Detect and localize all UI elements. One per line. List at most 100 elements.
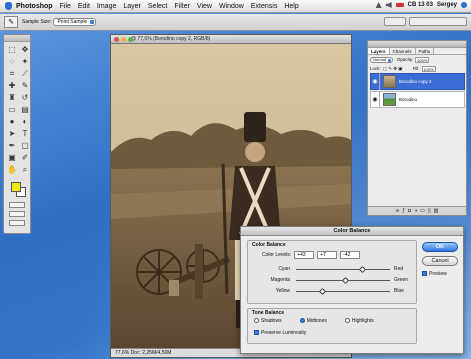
layer-row-active[interactable]: ◉ Borodino copy 2 <box>370 73 465 90</box>
menu-clock[interactable]: CB 13 03 <box>408 2 433 8</box>
brush-tool-icon[interactable]: ✎ <box>19 80 31 91</box>
palette-well-tab[interactable] <box>409 17 467 26</box>
history-brush-icon[interactable]: ↺ <box>19 92 31 103</box>
preserve-luminosity-checkbox[interactable]: Preserve Luminosity <box>254 330 306 336</box>
cancel-button[interactable]: Cancel <box>422 256 458 266</box>
lock-icons[interactable]: ▢ ✎ ✥ ▣ <box>383 66 403 72</box>
hand-tool-icon[interactable]: ✋ <box>6 164 18 175</box>
slider-knob[interactable] <box>359 265 367 274</box>
eye-icon[interactable]: ◉ <box>371 91 380 108</box>
menu-layer[interactable]: Layer <box>123 3 141 10</box>
menu-extra-icon[interactable] <box>375 2 382 8</box>
toolbox-titlebar[interactable] <box>4 35 30 42</box>
marquee-tool-icon[interactable]: ⬚ <box>6 44 18 55</box>
battery-icon[interactable] <box>395 3 404 7</box>
volume-icon[interactable] <box>385 2 392 8</box>
preview-checkbox[interactable]: Preview <box>422 271 447 277</box>
eye-icon[interactable]: ◉ <box>371 73 380 90</box>
menu-help[interactable]: Help <box>284 3 298 10</box>
toolbox: ⬚ ✥ ◌ ✦ ⌗ ⟋ ✚ ✎ ♜ ↺ ▭ ▤ ● ◐ ➤ T ✒ ▢ ▣ ✐ … <box>3 34 31 234</box>
slider-track[interactable] <box>296 269 390 270</box>
layer-row[interactable]: ◉ Borodino <box>370 91 465 108</box>
link-icon[interactable]: ∞ <box>396 208 400 214</box>
tool-grid: ⬚ ✥ ◌ ✦ ⌗ ⟋ ✚ ✎ ♜ ↺ ▭ ▤ ● ◐ ➤ T ✒ ▢ ▣ ✐ … <box>4 42 30 177</box>
menu-view[interactable]: View <box>197 3 212 10</box>
shape-tool-icon[interactable]: ▢ <box>19 140 31 151</box>
fill-label: Fill: <box>412 66 420 71</box>
type-tool-icon[interactable]: T <box>19 128 31 139</box>
menu-filter[interactable]: Filter <box>174 3 190 10</box>
eyedropper-tool-icon[interactable]: ✐ <box>19 152 31 163</box>
level-magenta-green-field[interactable]: +7 <box>317 251 338 259</box>
path-select-icon[interactable]: ➤ <box>6 128 18 139</box>
mask-icon[interactable]: ◘ <box>408 208 411 214</box>
adjustment-layer-icon[interactable]: ◑ <box>414 208 417 214</box>
tab-paths[interactable]: Paths <box>416 48 435 54</box>
notes-tool-icon[interactable]: ▣ <box>6 152 18 163</box>
menu-window[interactable]: Window <box>219 3 244 10</box>
quick-mask-button[interactable] <box>9 202 25 208</box>
preview-check-icon[interactable] <box>422 271 427 277</box>
slider-knob[interactable] <box>342 276 350 285</box>
eyedropper-icon[interactable]: ✎ <box>4 16 18 28</box>
jump-to-imageready-button[interactable] <box>9 220 25 226</box>
menu-edit[interactable]: Edit <box>78 3 90 10</box>
spotlight-icon[interactable] <box>461 2 467 8</box>
slider-track[interactable] <box>296 291 390 292</box>
pen-tool-icon[interactable]: ✒ <box>6 140 18 151</box>
menu-file[interactable]: File <box>60 3 71 10</box>
shadows-radio[interactable]: Shadows <box>254 318 282 324</box>
crop-tool-icon[interactable]: ⌗ <box>6 68 18 79</box>
blur-tool-icon[interactable]: ● <box>6 116 18 127</box>
dodge-tool-icon[interactable]: ◐ <box>19 116 31 127</box>
document-title[interactable]: @ 77,6% (Borodino copy 2, RGB/8) <box>111 35 351 44</box>
sample-size-select[interactable]: Point Sample <box>53 18 97 26</box>
fill-field[interactable]: 100% <box>421 65 436 72</box>
move-tool-icon[interactable]: ✥ <box>19 44 31 55</box>
layer-name: Borodino copy 2 <box>399 79 432 84</box>
close-icon[interactable] <box>114 37 119 42</box>
blend-mode-select[interactable]: Normal <box>370 56 393 63</box>
trash-icon[interactable]: ▥ <box>434 208 439 214</box>
menu-select[interactable]: Select <box>148 3 167 10</box>
eraser-tool-icon[interactable]: ▭ <box>6 104 18 115</box>
magic-wand-icon[interactable]: ✦ <box>19 56 31 67</box>
menu-image[interactable]: Image <box>97 3 116 10</box>
gradient-tool-icon[interactable]: ▤ <box>19 104 31 115</box>
radio-indicator[interactable] <box>254 318 259 324</box>
new-layer-icon[interactable]: ▯ <box>428 208 431 214</box>
preserve-luminosity-check-icon[interactable] <box>254 330 259 336</box>
zoom-tool-icon[interactable]: ⌕ <box>19 164 31 175</box>
level-cyan-red-field[interactable]: +43 <box>294 251 315 259</box>
new-set-icon[interactable]: ▭ <box>420 208 425 214</box>
screen-mode-button[interactable] <box>9 211 25 217</box>
highlights-radio[interactable]: Highlights <box>344 318 374 324</box>
app-menu[interactable]: Photoshop <box>16 3 53 10</box>
layers-palette-titlebar[interactable] <box>368 41 466 48</box>
zoom-icon[interactable] <box>128 37 133 42</box>
layer-name: Borodino <box>399 97 418 102</box>
file-browser-button[interactable] <box>384 17 406 26</box>
foreground-color-swatch[interactable] <box>11 182 21 192</box>
tab-layers[interactable]: Layers <box>368 48 390 54</box>
menu-user[interactable]: Sergey <box>437 2 457 8</box>
level-yellow-blue-field[interactable]: -42 <box>340 251 361 259</box>
layer-thumbnail <box>383 75 396 88</box>
radio-indicator[interactable] <box>344 318 350 324</box>
healing-brush-icon[interactable]: ✚ <box>6 80 18 91</box>
ok-button[interactable]: OK <box>422 242 458 252</box>
midtones-radio[interactable]: Midtones <box>299 318 327 324</box>
tab-channels[interactable]: Channels <box>390 48 416 54</box>
apple-icon[interactable] <box>5 2 12 10</box>
slider-knob[interactable] <box>319 287 327 296</box>
radio-indicator[interactable] <box>299 318 305 324</box>
slider-right-label: Green <box>394 277 408 283</box>
lasso-tool-icon[interactable]: ◌ <box>6 56 18 67</box>
slice-tool-icon[interactable]: ⟋ <box>19 68 31 79</box>
minimize-icon[interactable] <box>121 37 126 42</box>
opacity-field[interactable]: 100% <box>415 56 430 63</box>
tone-balance-group-title: Tone Balance <box>252 310 285 316</box>
menu-extensis[interactable]: Extensis <box>251 3 277 10</box>
layer-style-icon[interactable]: ƒ <box>402 208 405 214</box>
clone-stamp-icon[interactable]: ♜ <box>6 92 18 103</box>
